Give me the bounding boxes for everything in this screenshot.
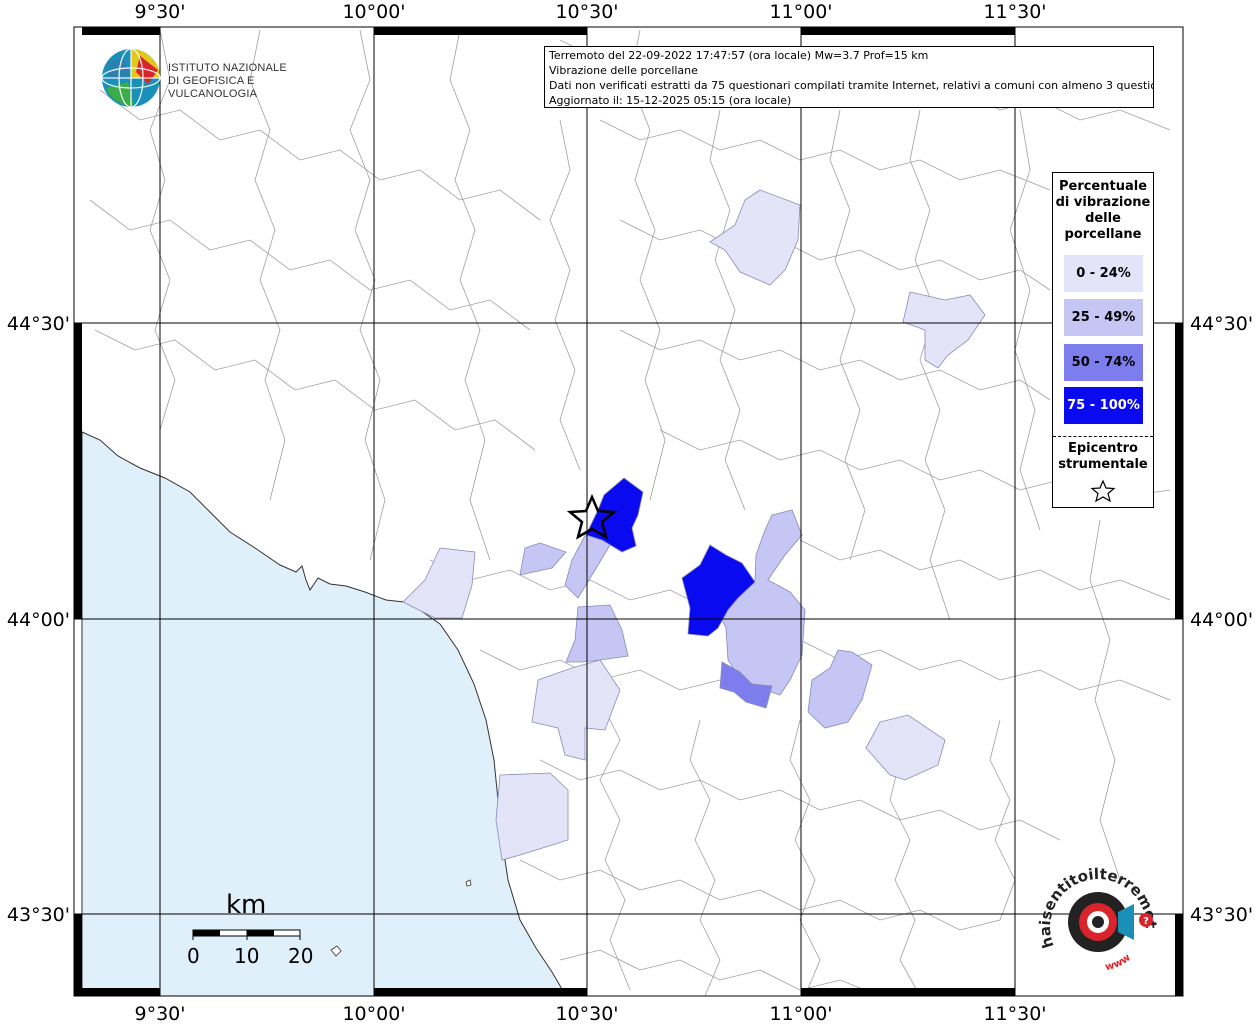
lat-tick-left: 44°00' [7, 609, 70, 631]
scale-label-0: 0 [187, 944, 200, 968]
legend-class-25-49: 25 - 49% [1064, 299, 1143, 336]
haisentito-www-text: www [1104, 952, 1133, 973]
lon-tick-top: 11°00' [769, 1, 832, 23]
haisentito-logo: haisentitoilterremoto.it www ? [1031, 846, 1160, 984]
latitude-ticks-right: 44°30' 44°00' 43°30' [1190, 313, 1253, 926]
event-info-line1: Terremoto del 22-09-2022 17:47:57 (ora l… [549, 49, 929, 62]
legend-title: Percentuale di vibrazione delle porcella… [1055, 179, 1151, 242]
lat-tick-right: 44°30' [1190, 313, 1253, 335]
ingv-globe-icon [101, 48, 161, 108]
event-info-box: Terremoto del 22-09-2022 17:47:57 (ora l… [544, 46, 1154, 108]
lat-tick-right: 44°00' [1190, 609, 1253, 631]
ingv-name-line2: DI GEOFISICA E VULCANOLOGIA [168, 75, 258, 100]
ingv-logo: ISTITUTO NAZIONALE DI GEOFISICA E VULCAN… [100, 48, 320, 108]
longitude-ticks-top: 9°30' 10°00' 10°30' 11°00' 11°30' [135, 1, 1047, 23]
lat-tick-left: 44°30' [7, 313, 70, 335]
lon-tick-bottom: 10°30' [555, 1003, 618, 1024]
lon-tick-top: 11°30' [983, 1, 1046, 23]
lon-tick-bottom: 11°30' [983, 1003, 1046, 1024]
latitude-ticks-left: 44°30' 44°00' 43°30' [7, 313, 70, 926]
legend-star-icon [1090, 479, 1116, 503]
legend-separator [1053, 436, 1153, 437]
longitude-ticks-bottom: 9°30' 10°00' 10°30' 11°00' 11°30' [135, 1003, 1047, 1025]
event-info-line3: Dati non verificati estratti da 75 quest… [549, 79, 1154, 92]
svg-text:?: ? [1143, 916, 1149, 927]
ingv-name: ISTITUTO NAZIONALE DI GEOFISICA E VULCAN… [168, 62, 320, 101]
lon-tick-bottom: 10°00' [342, 1003, 405, 1024]
haisentito-logo-svg: haisentitoilterremoto.it www ? [1031, 846, 1160, 973]
lon-tick-bottom: 11°00' [769, 1003, 832, 1024]
lon-tick-top: 10°30' [555, 1, 618, 23]
legend-epicenter-label: Epicentro strumentale [1058, 441, 1148, 472]
lon-tick-bottom: 9°30' [135, 1003, 186, 1024]
lon-tick-top: 10°00' [342, 1, 405, 23]
event-info-line2: Vibrazione delle porcellane [549, 64, 698, 77]
ingv-name-line1: ISTITUTO NAZIONALE [168, 62, 287, 74]
scale-label-20: 20 [288, 944, 314, 968]
event-info-line4: Aggiornato il: 15-12-2025 05:15 (ora loc… [549, 94, 792, 107]
legend-class-0-24: 0 - 24% [1064, 255, 1143, 292]
legend: Percentuale di vibrazione delle porcella… [1052, 172, 1154, 508]
legend-class-75-100: 75 - 100% [1064, 387, 1143, 424]
lat-tick-left: 43°30' [7, 904, 70, 926]
legend-class-50-74: 50 - 74% [1064, 344, 1143, 381]
lon-tick-top: 9°30' [135, 1, 186, 23]
scale-label-10: 10 [234, 944, 260, 968]
scale-unit: km [226, 890, 267, 920]
lat-tick-right: 43°30' [1190, 904, 1253, 926]
